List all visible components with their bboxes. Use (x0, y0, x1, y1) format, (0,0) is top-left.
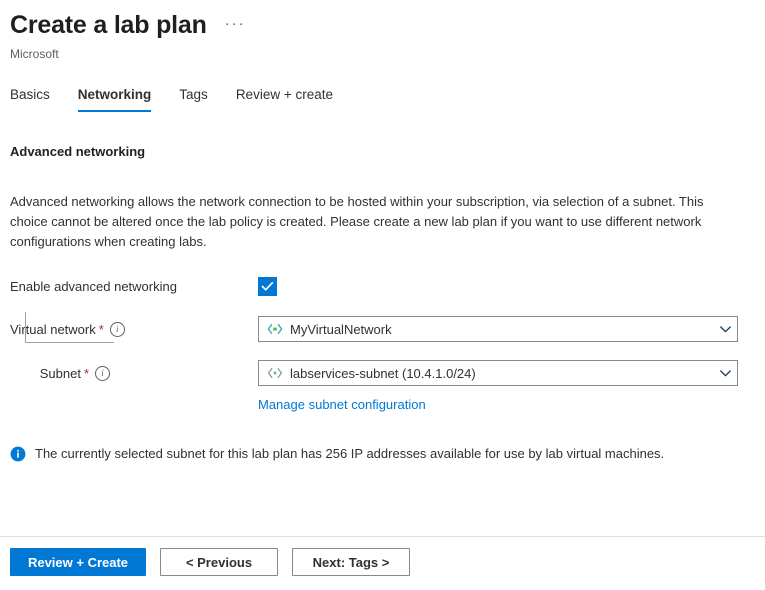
subnet-dropdown[interactable]: labservices-subnet (10.4.1.0/24) (258, 360, 738, 386)
row-enable-advanced-networking: Enable advanced networking (10, 274, 755, 298)
chevron-down-icon (719, 323, 731, 335)
footer-divider (0, 536, 765, 537)
subnet-value: labservices-subnet (10.4.1.0/24) (290, 366, 715, 381)
subnet-info-message: The currently selected subnet for this l… (10, 445, 755, 462)
subnet-info-message-text: The currently selected subnet for this l… (35, 445, 664, 462)
tab-basics[interactable]: Basics (10, 86, 64, 112)
virtual-network-icon (267, 321, 283, 337)
row-virtual-network: Virtual network * i MyVirtualNetwork (10, 316, 755, 342)
page-subtitle: Microsoft (10, 47, 765, 62)
info-filled-icon (10, 446, 26, 462)
next-tags-button[interactable]: Next: Tags > (292, 548, 410, 576)
main-content: Advanced networking Advanced networking … (0, 144, 765, 462)
more-commands-icon[interactable]: ··· (225, 19, 246, 29)
manage-subnet-link-row: Manage subnet configuration (258, 396, 755, 414)
page-title: Create a lab plan (10, 10, 207, 40)
required-asterisk: * (99, 322, 104, 337)
check-icon (261, 280, 274, 293)
label-virtual-network-text: Virtual network (10, 322, 96, 337)
section-heading-advanced-networking: Advanced networking (10, 144, 755, 159)
section-description: Advanced networking allows the network c… (10, 192, 710, 252)
previous-button[interactable]: < Previous (160, 548, 278, 576)
virtual-network-dropdown[interactable]: MyVirtualNetwork (258, 316, 738, 342)
tab-tags[interactable]: Tags (165, 86, 222, 112)
tab-review-create[interactable]: Review + create (222, 86, 347, 112)
chevron-down-icon (719, 367, 731, 379)
title-row: Create a lab plan ··· (10, 10, 765, 40)
label-virtual-network: Virtual network * i (10, 322, 258, 337)
label-subnet: Subnet * i (10, 366, 258, 381)
review-create-button[interactable]: Review + Create (10, 548, 146, 576)
subnet-icon (267, 365, 283, 381)
label-enable-advanced-networking: Enable advanced networking (10, 279, 258, 294)
networking-form: Enable advanced networking Virtual netwo… (10, 274, 755, 414)
page-header: Create a lab plan ··· Microsoft (0, 0, 765, 62)
label-subnet-text: Subnet (40, 366, 81, 381)
wizard-tabs: Basics Networking Tags Review + create (0, 86, 765, 112)
required-asterisk: * (84, 366, 89, 381)
enable-advanced-networking-checkbox[interactable] (258, 277, 277, 296)
virtual-network-value: MyVirtualNetwork (290, 322, 715, 337)
info-icon-subnet[interactable]: i (95, 366, 110, 381)
manage-subnet-configuration-link[interactable]: Manage subnet configuration (258, 397, 426, 412)
info-icon-virtual-network[interactable]: i (110, 322, 125, 337)
wizard-footer: Review + Create < Previous Next: Tags > (0, 548, 410, 576)
tab-networking[interactable]: Networking (64, 86, 166, 112)
row-subnet: Subnet * i labservices-subnet (10.4.1.0/… (10, 360, 755, 386)
